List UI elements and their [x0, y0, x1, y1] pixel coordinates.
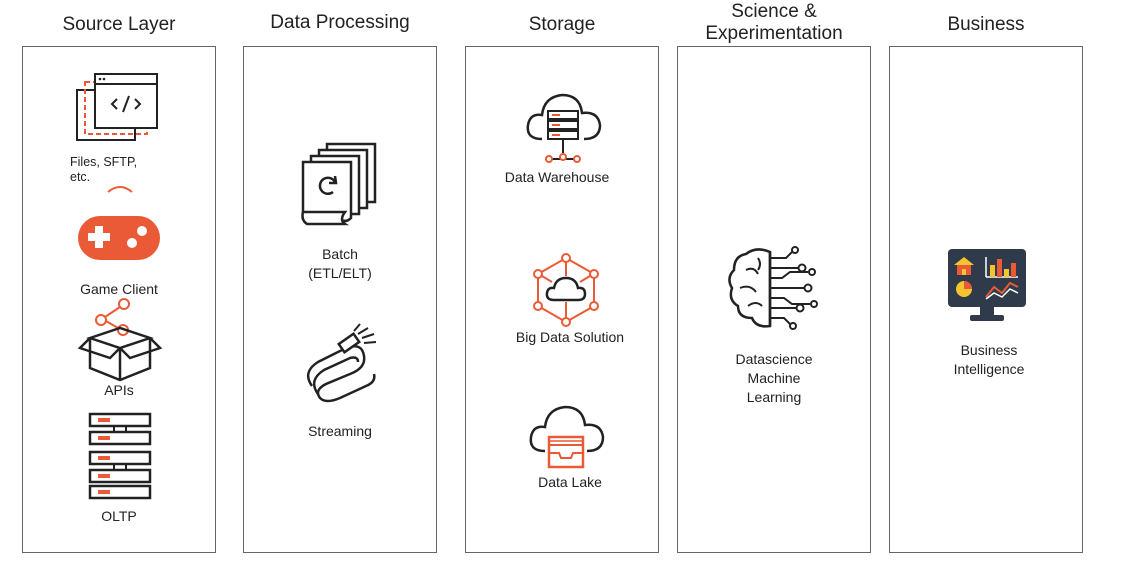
source-item-oltp — [80, 408, 160, 500]
column-title-business: Business — [947, 14, 1025, 35]
api-box-icon — [77, 298, 163, 382]
cloud-network-icon — [533, 253, 599, 327]
science-label-ml: Datascience Machine Learning — [735, 351, 813, 405]
bi-dashboard-icon — [948, 249, 1026, 321]
column-title-storage: Storage — [528, 14, 596, 35]
source-item-files — [66, 72, 162, 144]
server-stack-icon — [88, 412, 152, 500]
source-label-oltp: OLTP — [101, 508, 137, 524]
column-title-source: Source Layer — [62, 14, 176, 35]
storage-label-warehouse: Data Warehouse — [504, 169, 610, 185]
batch-pages-icon — [301, 142, 377, 226]
source-label-files: Files, SFTP, etc. — [70, 155, 138, 184]
column-box-processing — [243, 46, 437, 553]
source-item-apis — [70, 296, 170, 384]
processing-item-streaming — [296, 323, 384, 410]
code-files-icon — [76, 73, 158, 141]
stream-hose-icon — [306, 323, 377, 403]
storage-label-big-data: Big Data Solution — [515, 329, 625, 345]
storage-item-warehouse — [522, 85, 604, 167]
column-title-science: Science & Experimentation — [705, 1, 843, 44]
processing-label-batch: Batch (ETL/ELT) — [308, 246, 372, 281]
cloud-server-icon — [526, 93, 602, 163]
source-item-game-client — [70, 184, 170, 264]
business-item-bi — [944, 245, 1030, 325]
cloud-tray-icon — [529, 405, 605, 469]
storage-item-big-data — [528, 252, 604, 328]
gamepad-icon — [78, 186, 160, 260]
column-title-processing: Data Processing — [270, 12, 410, 33]
brain-circuit-icon — [728, 246, 818, 330]
processing-label-streaming: Streaming — [308, 423, 372, 439]
business-label-bi: Business Intelligence — [953, 342, 1025, 377]
storage-label-data-lake: Data Lake — [538, 474, 602, 490]
source-label-apis: APIs — [104, 382, 134, 398]
science-item-ml — [726, 244, 822, 330]
storage-item-data-lake — [525, 403, 607, 471]
processing-item-batch — [295, 140, 385, 226]
